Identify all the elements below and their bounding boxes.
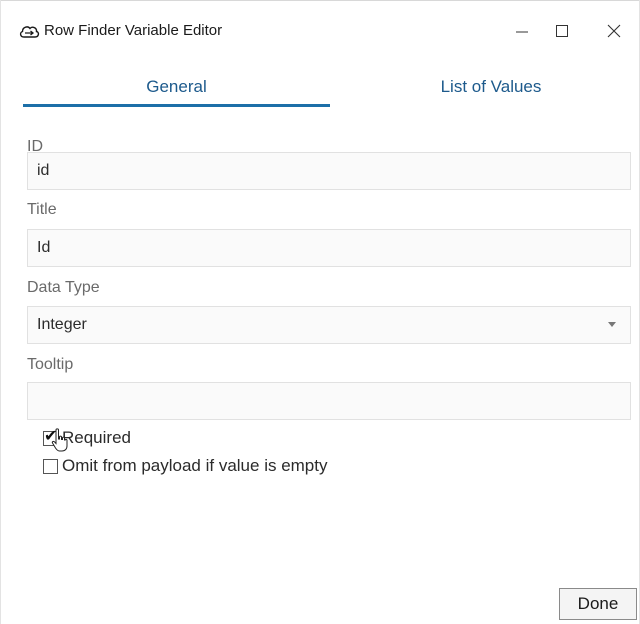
omit-payload-checkbox-row[interactable]: Omit from payload if value is empty (43, 456, 327, 476)
checkmark-icon: ✔ (44, 427, 58, 445)
cloud-app-icon (19, 26, 40, 38)
id-field[interactable]: id (27, 152, 631, 190)
title-bar[interactable]: Row Finder Variable Editor (1, 0, 639, 64)
maximize-button[interactable] (547, 16, 577, 46)
tooltip-field[interactable] (27, 382, 631, 420)
data-type-label: Data Type (27, 279, 100, 296)
tab-bar: General List of Values (23, 66, 631, 110)
chevron-down-icon (608, 322, 616, 327)
dialog-window: Row Finder Variable Editor General List … (0, 0, 640, 624)
required-label: Required (62, 428, 131, 447)
title-field[interactable]: Id (27, 229, 631, 267)
close-button[interactable] (599, 16, 629, 46)
window-title: Row Finder Variable Editor (44, 22, 223, 39)
required-checkbox[interactable]: ✔ (43, 427, 58, 446)
required-checkbox-row[interactable]: ✔ Required (43, 428, 131, 448)
omit-payload-label: Omit from payload if value is empty (62, 456, 328, 475)
minimize-button[interactable] (507, 16, 537, 46)
omit-payload-checkbox[interactable] (43, 458, 58, 474)
data-type-value: Integer (37, 316, 87, 333)
done-button[interactable]: Done (559, 588, 637, 620)
tab-list-of-values[interactable]: List of Values (351, 66, 631, 108)
minimize-icon (516, 31, 528, 33)
maximize-icon (556, 25, 568, 37)
tooltip-label: Tooltip (27, 356, 74, 373)
tab-general[interactable]: General (23, 66, 330, 108)
close-icon (607, 24, 621, 38)
title-label: Title (27, 201, 57, 218)
active-tab-indicator (23, 104, 330, 107)
data-type-select[interactable]: Integer (27, 306, 631, 344)
